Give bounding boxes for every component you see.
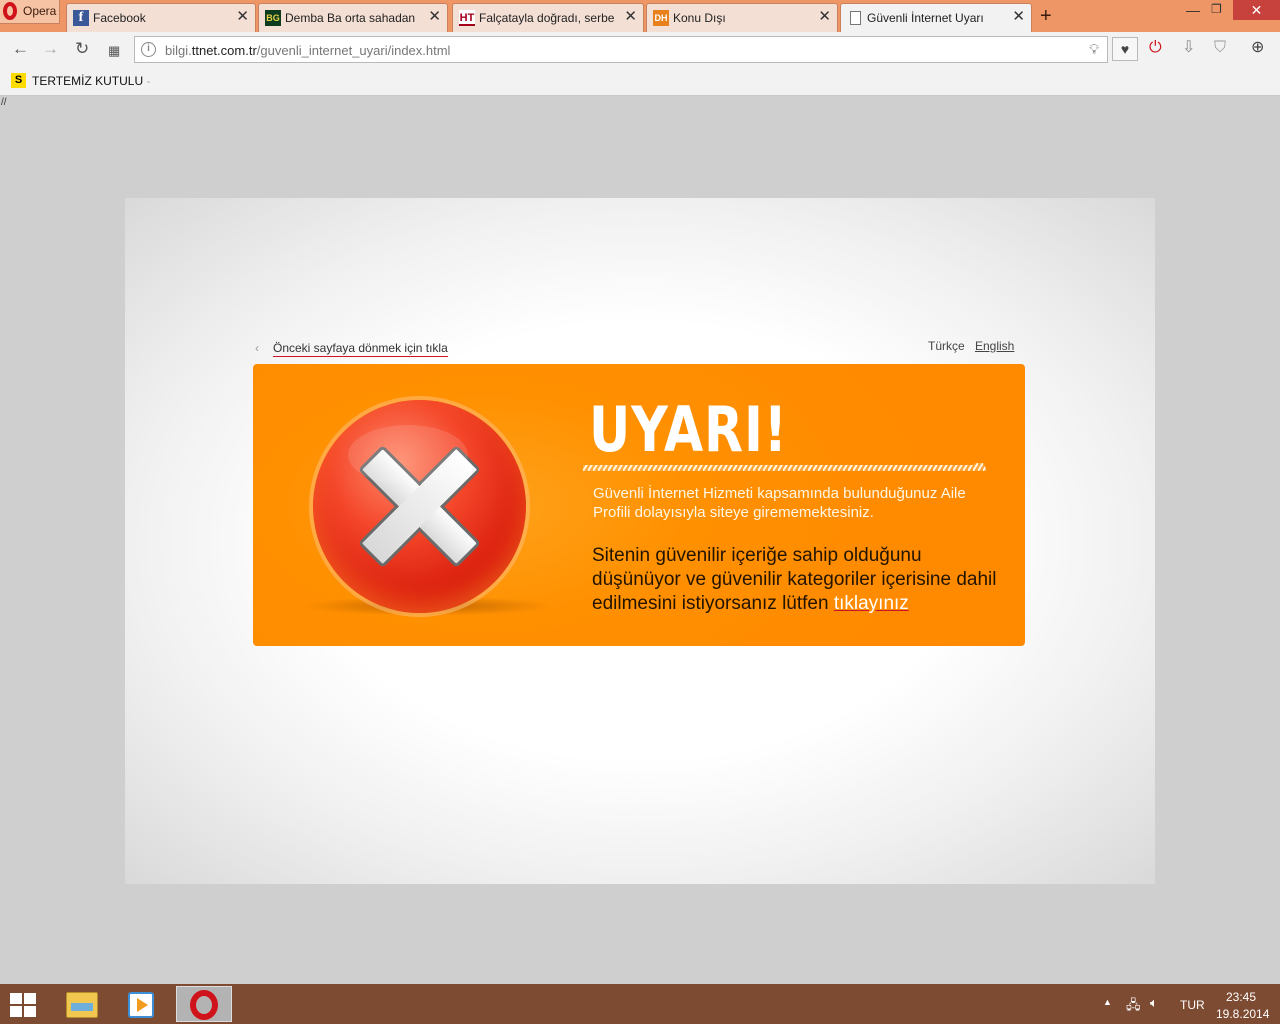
previous-page-link[interactable]: Önceki sayfaya dönmek için tıkla (273, 341, 448, 357)
maximize-button[interactable]: ❐ (1211, 2, 1222, 16)
bookmark-label: TERTEMİZ KUTULU (32, 74, 144, 88)
tab-facebook[interactable]: f Facebook ✕ (66, 3, 256, 32)
warning-message-profile: Güvenli İnternet Hizmeti kapsamında bulu… (593, 485, 966, 521)
taskbar-media-player[interactable] (112, 986, 168, 1022)
facebook-favicon-icon: f (73, 10, 89, 26)
speed-dial-grid-icon[interactable]: ▦ (108, 41, 120, 61)
site-info-icon[interactable]: i (141, 42, 156, 57)
windows-logo-icon (24, 1006, 36, 1017)
windows-logo-icon (10, 1006, 22, 1017)
show-hidden-icons-button[interactable]: ▲ (1103, 997, 1112, 1007)
language-english-link[interactable]: English (975, 339, 1014, 353)
reload-button[interactable]: ↻ (75, 39, 89, 59)
tab-title: Konu Dışı (673, 11, 726, 25)
chevron-left-icon: ‹ (255, 341, 259, 355)
close-window-button[interactable]: ✕ (1233, 0, 1280, 20)
stray-text: // (1, 97, 7, 108)
warning-title: UYARI! (589, 393, 788, 466)
page-favicon-icon (847, 10, 863, 26)
opera-menu-label: Opera (23, 4, 57, 18)
bookmarks-bar: S TERTEMİZ KUTULU - (0, 66, 1280, 96)
tab-falcatayla[interactable]: HT Falçatayla doğradı, serbest ✕ (452, 3, 644, 32)
tab-close-icon[interactable]: ✕ (236, 9, 249, 25)
url-domain: ttnet.com.tr (191, 43, 257, 58)
bookmark-tertemiz-kutulu[interactable]: TERTEMİZ KUTULU - (32, 74, 150, 88)
taskbar-opera[interactable] (176, 986, 232, 1022)
download-extension-icon[interactable]: ⇩ (1182, 38, 1195, 58)
url-prefix: bilgi. (165, 43, 192, 58)
bookmark-favicon-icon: S (11, 73, 26, 88)
click-here-link[interactable]: tıklayınız (834, 593, 909, 614)
volume-icon[interactable]: 🔈︎ (1150, 995, 1158, 1011)
tab-guvenli-internet[interactable]: Güvenli İnternet Uyarı ✕ (840, 3, 1032, 33)
tab-close-icon[interactable]: ✕ (818, 9, 831, 25)
opera-logo-icon (190, 990, 218, 1020)
address-bar[interactable]: i bilgi.ttnet.com.tr/guvenli_internet_uy… (134, 36, 1108, 63)
input-language-indicator[interactable]: TUR (1180, 998, 1205, 1012)
minimize-button[interactable]: — (1186, 2, 1200, 18)
download-manager-icon[interactable]: ⊕ (1251, 38, 1264, 58)
opera-logo-icon (3, 2, 17, 20)
tab-demba-ba[interactable]: BG Demba Ba orta sahadan at ✕ (258, 3, 448, 32)
ht-favicon-icon: HT (459, 10, 475, 26)
tab-title: Facebook (93, 11, 146, 25)
windows-start-button[interactable] (10, 993, 38, 1017)
lightbulb-icon[interactable]: 💡︎ (1089, 41, 1099, 58)
new-tab-button[interactable]: + (1040, 5, 1052, 28)
opera-menu-button[interactable]: Opera (0, 0, 60, 24)
adblock-extension-icon[interactable]: ⏻ (1149, 38, 1162, 58)
clock-date[interactable]: 19.8.2014 (1216, 1007, 1269, 1021)
windows-logo-icon (10, 993, 22, 1004)
bookmark-suffix: - (146, 74, 151, 88)
error-x-circle-icon (313, 400, 526, 613)
tab-title: Falçatayla doğradı, serbest (479, 11, 615, 25)
network-icon[interactable]: 🖧︎ (1126, 996, 1141, 1018)
folder-icon (66, 992, 98, 1018)
forward-button[interactable]: → (42, 39, 59, 59)
warning-box: UYARI! Güvenli İnternet Hizmeti kapsamın… (253, 364, 1025, 646)
dh-favicon-icon: DH (653, 10, 669, 26)
tab-close-icon[interactable]: ✕ (1012, 9, 1025, 25)
tab-title: Güvenli İnternet Uyarı (867, 11, 984, 25)
tab-konu-disi[interactable]: DH Konu Dışı ✕ (646, 3, 838, 32)
stash-heart-button[interactable]: ♥ (1112, 37, 1138, 61)
warning-message-request: Sitenin güvenilir içeriğe sahip olduğunu… (592, 544, 1012, 616)
taskbar (0, 984, 1280, 1024)
x-cross-icon (348, 425, 480, 567)
shield-extension-icon[interactable]: ⛉ (1214, 38, 1226, 58)
page-content: // ‹ Önceki sayfaya dönmek için tıkla Tü… (0, 96, 1280, 984)
windows-logo-icon (24, 993, 36, 1004)
title-underline-decoration (583, 463, 987, 471)
taskbar-file-explorer[interactable] (52, 986, 108, 1022)
language-turkish[interactable]: Türkçe (928, 339, 965, 353)
request-text: Sitenin güvenilir içeriğe sahip olduğunu… (592, 545, 997, 614)
title-bar: Opera f Facebook ✕ BG Demba Ba orta saha… (0, 0, 1280, 33)
tab-title: Demba Ba orta sahadan at (285, 11, 419, 25)
tab-close-icon[interactable]: ✕ (624, 9, 637, 25)
tab-close-icon[interactable]: ✕ (428, 9, 441, 25)
address-text[interactable]: bilgi.ttnet.com.tr/guvenli_internet_uyar… (165, 43, 450, 58)
clock-time[interactable]: 23:45 (1226, 990, 1256, 1004)
url-path: /guvenli_internet_uyari/index.html (256, 43, 451, 58)
navigation-bar: ← → ↻ ▦ i bilgi.ttnet.com.tr/guvenli_int… (0, 32, 1280, 66)
bg-favicon-icon: BG (265, 10, 281, 26)
back-button[interactable]: ← (12, 39, 29, 59)
media-player-icon (128, 992, 154, 1018)
